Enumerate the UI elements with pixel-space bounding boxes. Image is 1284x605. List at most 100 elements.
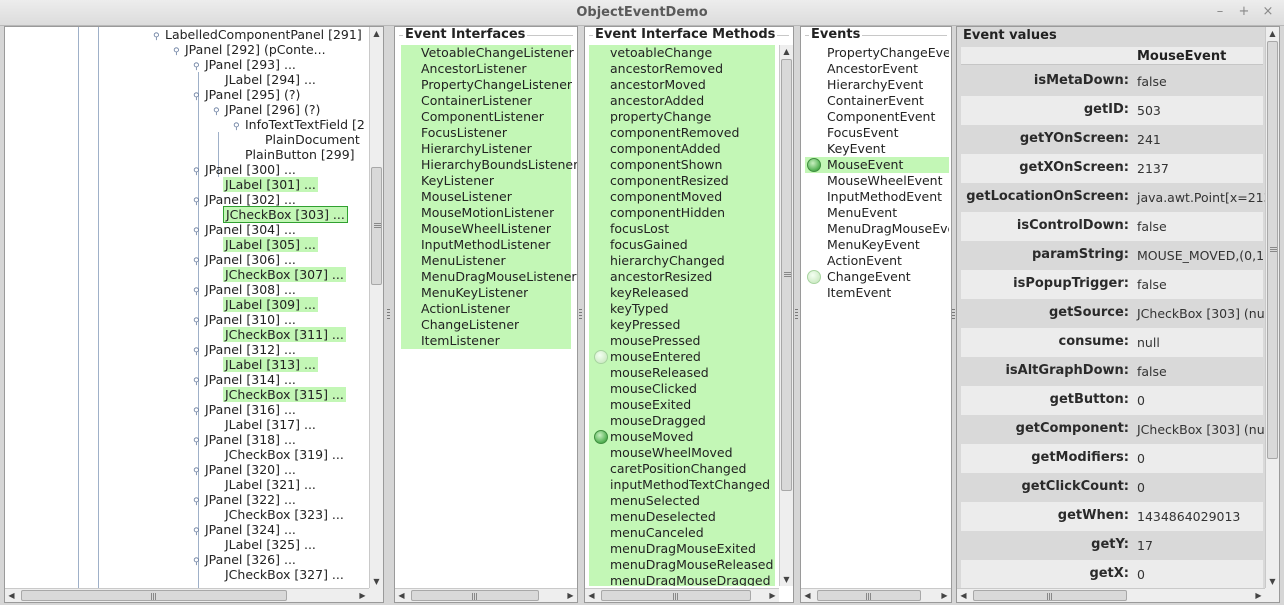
event-interface-item[interactable]: ActionListener [421, 301, 510, 317]
event-item[interactable]: AncestorEvent [805, 61, 949, 77]
interface-method-item[interactable]: focusLost [589, 221, 775, 237]
tree-hscroll-thumb[interactable] [21, 590, 287, 601]
event-interfaces-list[interactable]: VetoableChangeListener AncestorListener Pr… [401, 45, 577, 349]
interface-method-item[interactable]: hierarchyChanged [589, 253, 775, 269]
tree-expand-handle-icon[interactable]: ⚲ [193, 195, 203, 210]
values-scroll-thumb[interactable] [1267, 41, 1278, 459]
scroll-right-arrow-icon[interactable]: ▶ [938, 589, 951, 602]
event-interface-item[interactable]: KeyListener [421, 173, 494, 189]
tree-node[interactable]: ⚲ JPanel [318] ... [193, 432, 298, 447]
events-horizontal-scrollbar[interactable]: ◀ ▶ [801, 588, 951, 602]
methods-hscroll-thumb[interactable] [601, 590, 751, 601]
event-interface-item[interactable]: MouseMotionListener [421, 205, 554, 221]
tree-node[interactable]: JCheckBox [311] ... [213, 327, 346, 342]
tree-node[interactable]: ⚲ JPanel [320] ... [193, 462, 298, 477]
tree-node[interactable]: ⚲ JPanel [310] ... [193, 312, 298, 327]
tree-node[interactable]: JCheckBox [303] ... [213, 206, 348, 223]
tree-node[interactable]: JLabel [309] ... [213, 297, 318, 312]
event-interface-item[interactable]: MouseWheelListener [421, 221, 551, 237]
event-item[interactable]: MenuEvent [805, 205, 949, 221]
interface-method-item[interactable]: menuDeselected [589, 509, 775, 525]
tree-node[interactable]: JLabel [325] ... [213, 537, 318, 552]
interface-method-item[interactable]: componentMoved [589, 189, 775, 205]
event-interface-item[interactable]: MenuKeyListener [421, 285, 528, 301]
event-item[interactable]: InputMethodEvent [805, 189, 949, 205]
tree-expand-handle-icon[interactable]: ⚲ [193, 345, 203, 360]
event-item[interactable]: PropertyChangeEvent [805, 45, 949, 61]
tree-expand-handle-icon[interactable]: ⚲ [193, 225, 203, 240]
tree-expand-handle-icon[interactable]: ⚲ [193, 375, 203, 390]
tree-expand-handle-icon[interactable]: ⚲ [193, 255, 203, 270]
tree-node[interactable]: ⚲ JPanel [296] (?) [213, 102, 322, 117]
tree-expand-handle-icon[interactable]: ⚲ [233, 120, 243, 135]
event-item[interactable]: MouseWheelEvent [805, 173, 949, 189]
tree-node[interactable]: ⚲ JPanel [304] ... [193, 222, 298, 237]
tree-node[interactable]: JLabel [305] ... [213, 237, 318, 252]
tree-expand-handle-icon[interactable]: ⚲ [153, 30, 163, 45]
event-interface-item[interactable]: PropertyChangeListener [421, 77, 572, 93]
event-interface-item[interactable]: HierarchyListener [421, 141, 532, 157]
split-divider[interactable] [386, 26, 392, 603]
interface-method-item[interactable]: componentAdded [589, 141, 775, 157]
events-list[interactable]: PropertyChangeEventAncestorEventHierarch… [805, 45, 949, 585]
interface-method-item[interactable]: keyPressed [589, 317, 775, 333]
tree-expand-handle-icon[interactable]: ⚲ [213, 105, 223, 120]
tree-node[interactable]: ⚲ JPanel [302] ... [193, 192, 298, 207]
interface-method-item[interactable]: focusGained [589, 237, 775, 253]
event-item[interactable]: MenuDragMouseEvent [805, 221, 949, 237]
tree-expand-handle-icon[interactable]: ⚲ [193, 60, 203, 75]
event-interface-item[interactable]: MenuListener [421, 253, 506, 269]
interface-method-item[interactable]: mouseExited [589, 397, 775, 413]
tree-node[interactable]: JCheckBox [319] ... [213, 447, 346, 462]
tree-node[interactable]: ⚲ JPanel [314] ... [193, 372, 298, 387]
event-item[interactable]: FocusEvent [805, 125, 949, 141]
tree-node[interactable]: PlainDocument [253, 132, 362, 147]
scroll-down-arrow-icon[interactable]: ▼ [1266, 575, 1279, 588]
interface-method-item[interactable]: ancestorRemoved [589, 61, 775, 77]
scroll-left-arrow-icon[interactable]: ◀ [801, 589, 814, 602]
tree-node[interactable]: JCheckBox [323] ... [213, 507, 346, 522]
tree-node[interactable]: JCheckBox [327] ... [213, 567, 346, 582]
scroll-up-arrow-icon[interactable]: ▲ [780, 45, 793, 58]
tree-node[interactable]: ⚲ JPanel [316] ... [193, 402, 298, 417]
event-interface-item[interactable]: ContainerListener [421, 93, 532, 109]
interface-method-item[interactable]: mouseReleased [589, 365, 775, 381]
interfaces-hscroll-thumb[interactable] [411, 590, 539, 601]
methods-scroll-thumb[interactable] [781, 59, 792, 491]
tree-expand-handle-icon[interactable]: ⚲ [193, 165, 203, 180]
event-item[interactable]: KeyEvent [805, 141, 949, 157]
tree-node[interactable]: ⚲ InfoTextTextField [2 [233, 117, 367, 132]
component-tree-panel[interactable]: ⚲ LabelledComponentPanel [291] ⚲ JPanel [29… [4, 26, 384, 603]
event-interface-item[interactable]: HierarchyBoundsListener [421, 157, 577, 173]
event-item[interactable]: ComponentEvent [805, 109, 949, 125]
scroll-down-arrow-icon[interactable]: ▼ [780, 573, 793, 586]
interface-method-item[interactable]: menuDragMouseReleased [589, 557, 775, 573]
tree-expand-handle-icon[interactable]: ⚲ [193, 525, 203, 540]
scroll-right-arrow-icon[interactable]: ▶ [766, 589, 779, 602]
interface-method-item[interactable]: caretPositionChanged [589, 461, 775, 477]
tree-expand-handle-icon[interactable]: ⚲ [193, 495, 203, 510]
interface-method-item[interactable]: propertyChange [589, 109, 775, 125]
tree-expand-handle-icon[interactable]: ⚲ [193, 405, 203, 420]
interface-methods-list[interactable]: vetoableChange ancestorRemoved ancestorMov… [589, 45, 775, 586]
values-vertical-scrollbar[interactable]: ▲ ▼ [1265, 27, 1279, 588]
interface-method-item[interactable]: componentResized [589, 173, 775, 189]
interface-method-item[interactable]: ancestorResized [589, 269, 775, 285]
interface-method-item[interactable]: mouseDragged [589, 413, 775, 429]
tree-expand-handle-icon[interactable]: ⚲ [193, 435, 203, 450]
tree-node[interactable]: JLabel [301] ... [213, 177, 318, 192]
interface-method-item[interactable]: ancestorMoved [589, 77, 775, 93]
event-interface-item[interactable]: ItemListener [421, 333, 500, 349]
interface-method-item[interactable]: componentRemoved [589, 125, 775, 141]
scroll-down-arrow-icon[interactable]: ▼ [370, 575, 383, 588]
methods-horizontal-scrollbar[interactable]: ◀ ▶ [585, 588, 779, 602]
tree-node[interactable]: JLabel [294] ... [213, 72, 318, 87]
scroll-left-arrow-icon[interactable]: ◀ [5, 589, 18, 602]
tree-node[interactable]: ⚲ JPanel [312] ... [193, 342, 298, 357]
scroll-right-arrow-icon[interactable]: ▶ [1252, 589, 1265, 602]
event-item[interactable]: ActionEvent [805, 253, 949, 269]
scroll-right-arrow-icon[interactable]: ▶ [564, 589, 577, 602]
interface-method-item[interactable]: keyTyped [589, 301, 775, 317]
tree-horizontal-scrollbar[interactable]: ◀ ▶ [5, 588, 369, 602]
tree-node[interactable]: ⚲ LabelledComponentPanel [291] [153, 27, 364, 42]
